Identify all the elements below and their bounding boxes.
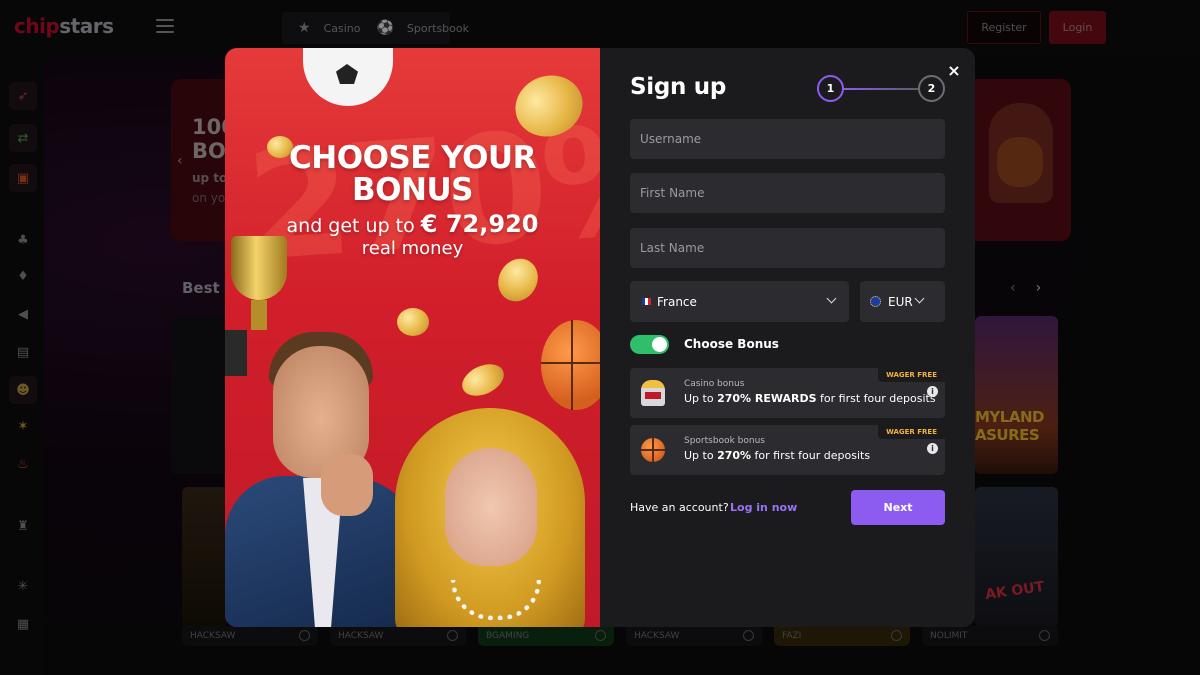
bonus-highlight: 270% [717,449,752,462]
eu-flag-icon [870,296,881,307]
woman-illustration [395,408,600,627]
sportsbook-bonus-option[interactable]: Sportsbook bonus Up to 270% for first fo… [630,425,945,475]
wager-free-badge: WAGER FREE [878,368,945,382]
next-button[interactable]: Next [851,490,945,525]
chevron-down-icon [826,293,837,304]
form-title: Sign up [630,74,727,100]
promo-sub-prefix: and get up to [286,215,421,237]
bonus-description: Up to 270% for first four deposits [684,449,870,462]
currency-value: EUR [888,294,913,309]
wager-free-badge: WAGER FREE [878,425,945,439]
bonus-suffix: for first four deposits [816,392,936,405]
headline-line-2: BONUS [352,172,473,208]
france-flag-icon [642,298,651,305]
info-icon[interactable]: i [927,386,938,397]
country-select[interactable]: France [630,281,849,322]
bonus-highlight: 270% REWARDS [717,392,817,405]
promo-subline: and get up to € 72,920 [265,212,560,238]
basketball-image [541,320,600,410]
choose-bonus-label: Choose Bonus [684,337,779,351]
bonus-prefix: Up to [684,449,718,462]
first-name-input[interactable] [630,173,945,213]
login-link[interactable]: Log in now [730,501,797,514]
step-1: 1 [817,75,844,102]
coin-image [457,358,509,402]
bonus-prefix: Up to [684,392,718,405]
woman-face [445,448,537,566]
chevron-down-icon [914,293,925,304]
man-hand [321,454,373,516]
promo-headline: CHOOSE YOUR BONUS [265,142,560,206]
bonus-kicker: Sportsbook bonus [684,436,765,446]
step-connector [844,88,918,90]
country-value: France [657,294,697,309]
close-icon[interactable]: × [946,63,962,79]
step-indicator: 1 2 [817,75,945,103]
bonus-kicker: Casino bonus [684,379,745,389]
promo-subline-2: real money [361,238,464,259]
choose-bonus-toggle[interactable] [630,335,669,354]
bonus-description: Up to 270% REWARDS for first four deposi… [684,392,936,405]
signup-modal: 270% CHOOSE YOUR BONUS and get up to € 7… [225,48,975,627]
bonus-suffix: for first four deposits [751,449,871,462]
soccer-ball-image [303,48,393,106]
username-input[interactable] [630,119,945,159]
headline-line-1: CHOOSE YOUR [289,140,536,176]
promo-amount: € 72,920 [420,210,539,238]
slot-machine-icon [640,379,666,407]
info-icon[interactable]: i [927,443,938,454]
step-2: 2 [918,75,945,102]
casino-bonus-option[interactable]: Casino bonus Up to 270% REWARDS for firs… [630,368,945,418]
signup-form: × Sign up 1 2 France EUR Choose Bonus Ca… [600,48,975,627]
basketball-icon [640,436,666,464]
last-name-input[interactable] [630,228,945,268]
have-account-text: Have an account? [630,501,729,514]
currency-select[interactable]: EUR [860,281,945,322]
bonus-promo-panel: 270% CHOOSE YOUR BONUS and get up to € 7… [225,48,600,627]
toggle-knob [652,337,667,352]
